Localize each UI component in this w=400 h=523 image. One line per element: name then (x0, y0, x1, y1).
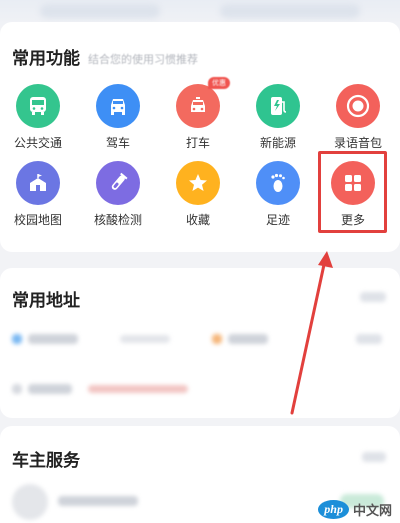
func-label: 打车 (185, 136, 210, 150)
common-address-card: 常用地址 (0, 268, 400, 418)
bus-icon (16, 84, 60, 128)
func-taxi[interactable]: 优惠 打车 (163, 77, 233, 151)
watermark-logo: php (318, 500, 349, 519)
star-icon (176, 161, 220, 205)
func-footprints[interactable]: 足迹 (243, 161, 313, 228)
taxi-icon: 优惠 (176, 77, 230, 128)
func-public-transit[interactable]: 公共交通 (3, 84, 73, 151)
func-label: 校园地图 (13, 213, 62, 227)
car-icon (96, 84, 140, 128)
func-label: 足迹 (265, 213, 290, 227)
promo-badge: 优惠 (208, 77, 230, 89)
func-nucleic-acid-test[interactable]: 核酸检测 (83, 161, 153, 228)
watermark-text: 中文网 (352, 504, 392, 519)
func-label: 收藏 (185, 213, 210, 227)
func-campus-map[interactable]: 校园地图 (3, 161, 73, 228)
section-title-functions: 常用功能 (12, 49, 80, 69)
func-label: 录语音包 (333, 136, 382, 150)
func-label: 驾车 (105, 136, 130, 150)
section-title-address: 常用地址 (12, 291, 80, 311)
func-label: 核酸检测 (93, 213, 142, 227)
section-title-car-service: 车主服务 (12, 451, 80, 471)
footprint-icon (256, 161, 300, 205)
watermark: php 中文网 (318, 500, 392, 519)
func-favorites[interactable]: 收藏 (163, 161, 233, 228)
section-subtitle-functions: 结合您的使用习惯推荐 (88, 53, 198, 66)
func-label: 新能源 (259, 136, 296, 150)
ev-charger-icon (256, 84, 300, 128)
school-icon (16, 161, 60, 205)
func-drive[interactable]: 驾车 (83, 84, 153, 151)
func-record-voice-pack[interactable]: 录语音包 (323, 84, 393, 151)
func-label: 公共交通 (13, 136, 62, 150)
test-tube-icon (96, 161, 140, 205)
more-highlight-box (318, 151, 387, 233)
record-icon (336, 84, 380, 128)
func-new-energy[interactable]: 新能源 (243, 84, 313, 151)
